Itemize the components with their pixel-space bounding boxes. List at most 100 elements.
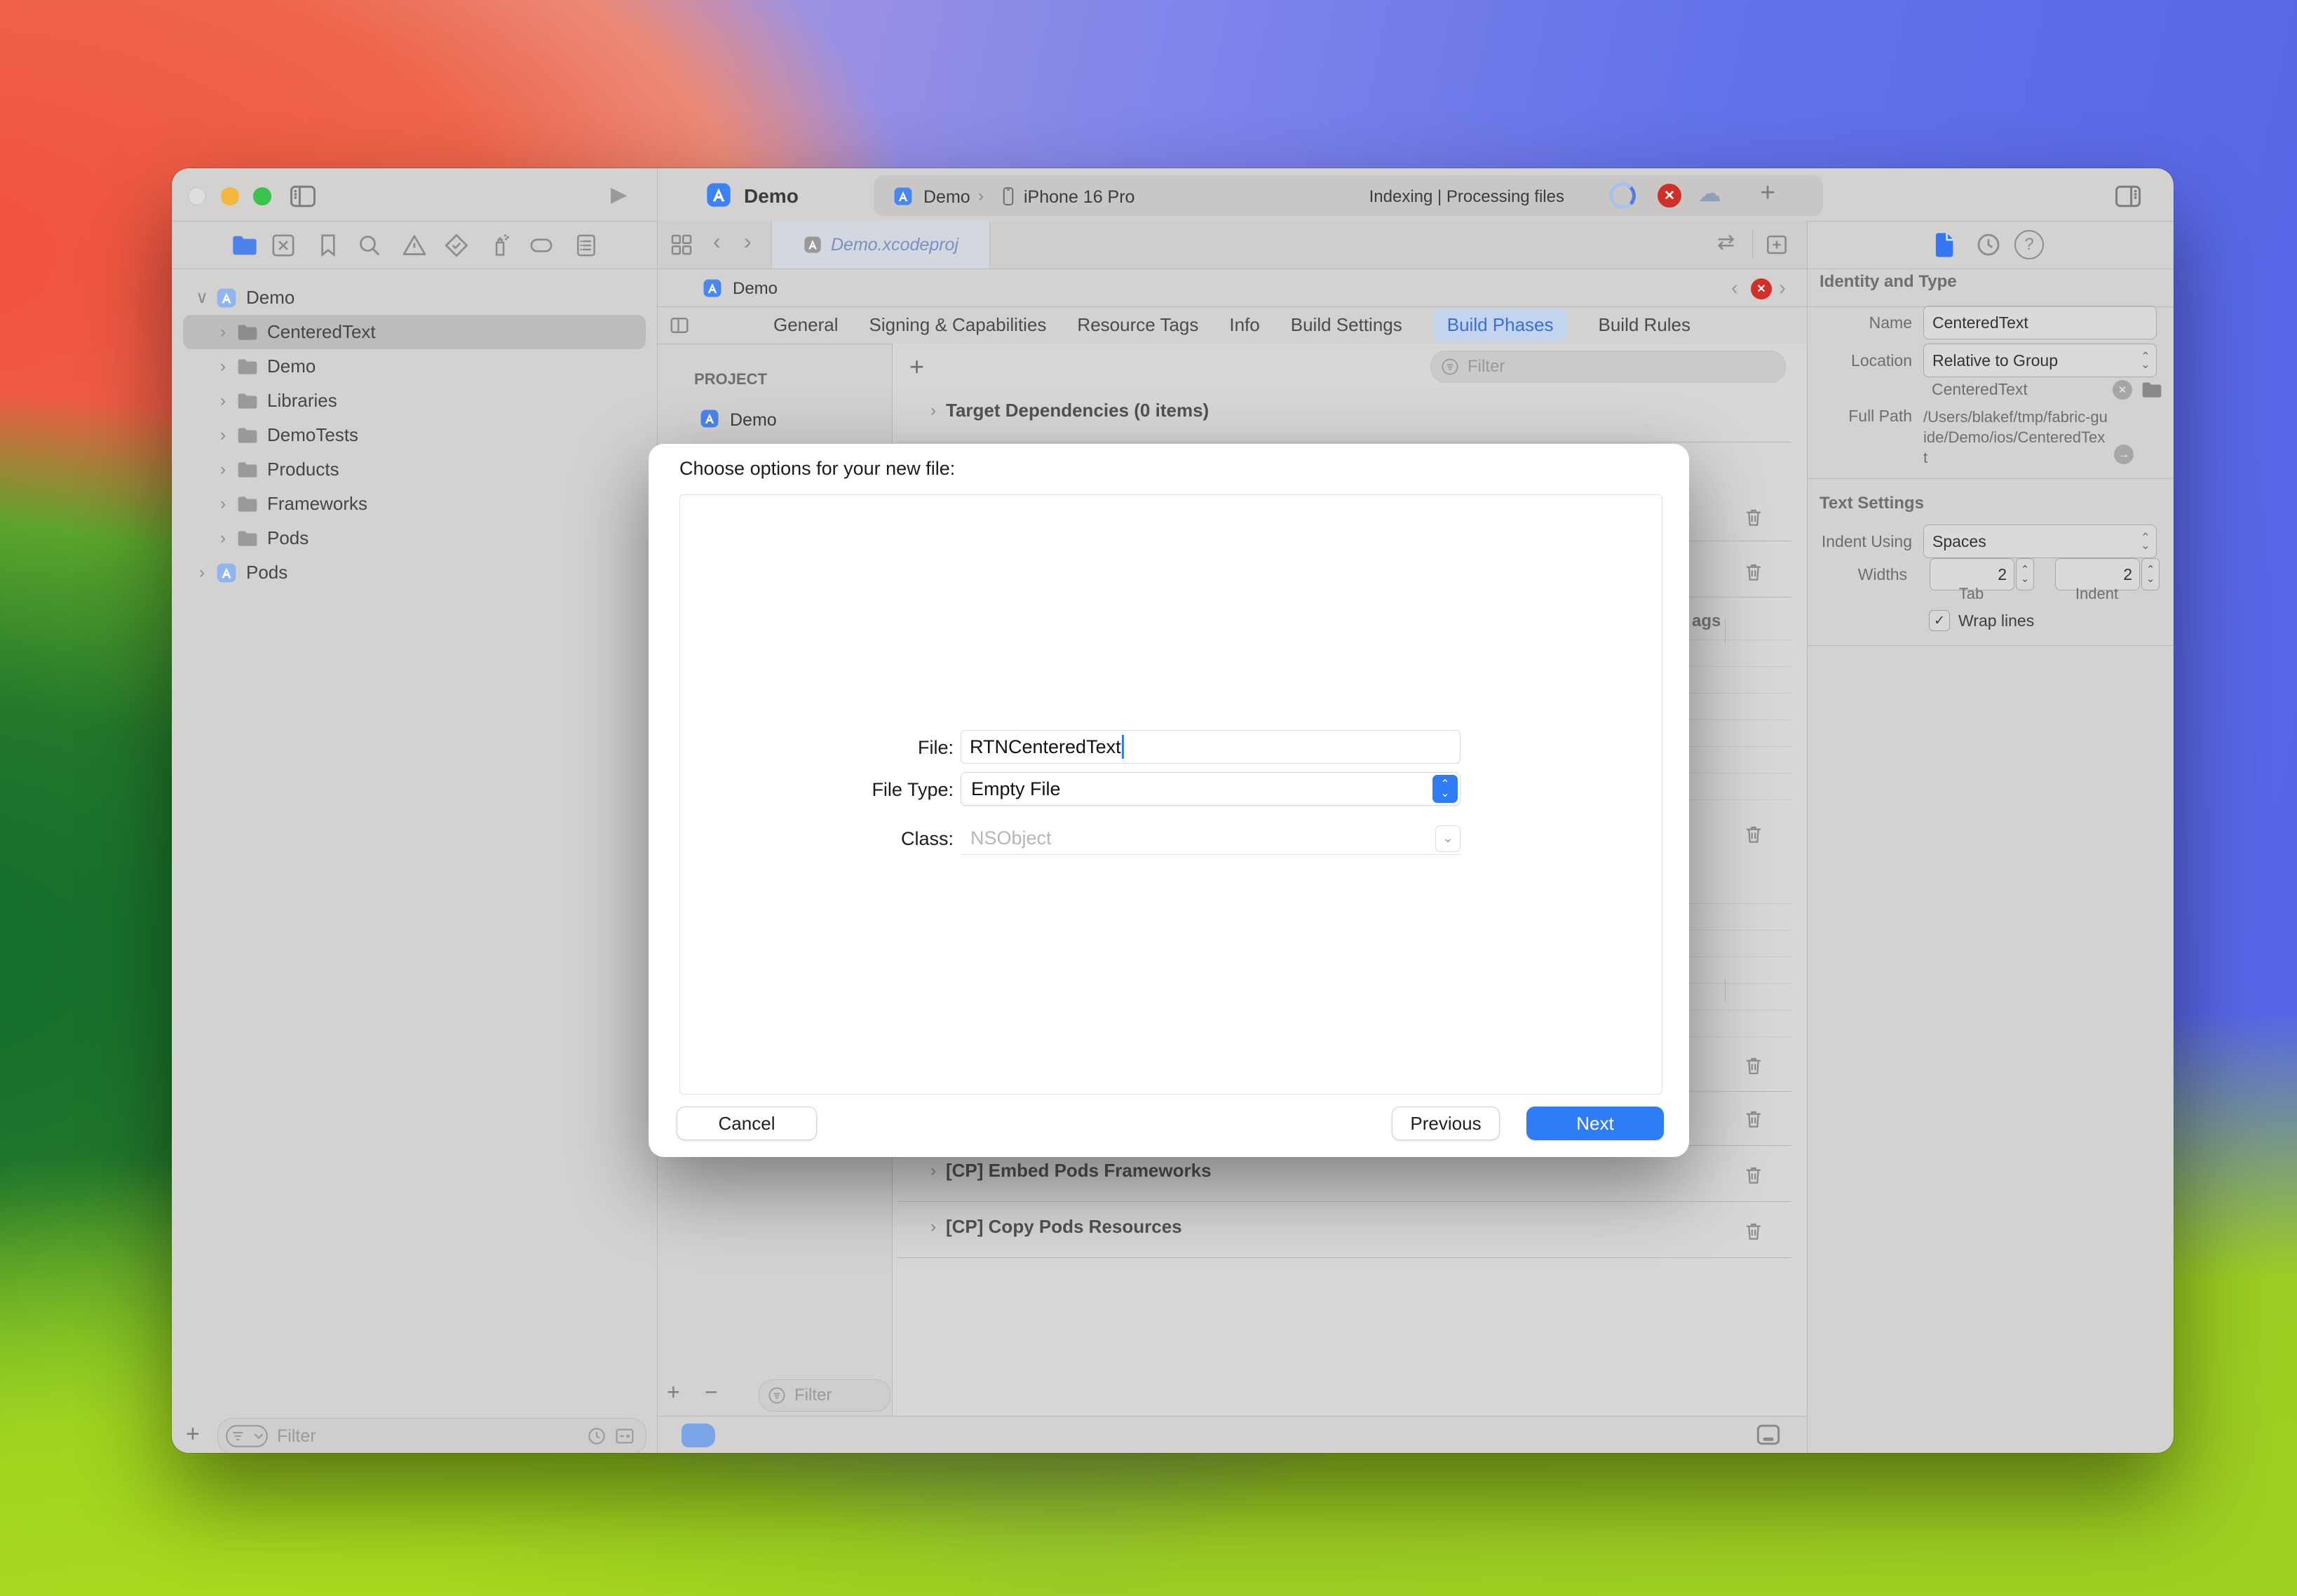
disclosure-icon[interactable]: ∨ (193, 288, 211, 308)
toggle-navigator-icon[interactable] (287, 181, 318, 212)
run-destination[interactable]: iPhone 16 Pro (1024, 187, 1134, 208)
disclosure-icon[interactable]: › (930, 1161, 936, 1181)
jumpbar-item[interactable]: Demo (733, 279, 778, 299)
run-button[interactable]: ▶ (611, 182, 627, 207)
editor-options-icon[interactable] (1753, 1419, 1784, 1450)
issue-back-button[interactable]: ‹ (1731, 276, 1738, 300)
add-target-button[interactable]: + (667, 1379, 680, 1405)
find-navigator-icon[interactable] (355, 231, 384, 259)
tab-general[interactable]: General (773, 314, 839, 336)
editor-tab[interactable]: Demo.xcodeproj (771, 221, 990, 269)
report-navigator-icon[interactable] (572, 231, 600, 259)
related-items-icon[interactable] (668, 231, 695, 258)
close-button[interactable] (188, 187, 206, 205)
add-build-phase-button[interactable]: + (909, 352, 924, 381)
bookmark-navigator-icon[interactable] (314, 231, 342, 259)
wrap-lines-checkbox[interactable]: ✓ (1929, 610, 1950, 631)
disclosure-icon[interactable]: › (214, 391, 232, 411)
phases-filter-field[interactable]: Filter (1430, 351, 1786, 383)
sidebar-item-centeredtext[interactable]: › CenteredText (183, 315, 646, 349)
scm-filter-icon[interactable] (614, 1425, 636, 1447)
sidebar-item-pods-group[interactable]: › Pods (172, 521, 657, 555)
tab-build-settings[interactable]: Build Settings (1291, 314, 1402, 336)
delete-phase-icon[interactable] (1742, 506, 1765, 529)
sidebar-item-pods-project[interactable]: › Pods (172, 555, 657, 590)
open-path-arrow-icon[interactable]: → (2114, 445, 2134, 464)
disclosure-icon[interactable]: › (214, 357, 232, 377)
sidebar-item-demo-group[interactable]: › Demo (172, 349, 657, 384)
target-dependencies-row[interactable]: › Target Dependencies (0 items) (930, 400, 1209, 421)
project-pane-filter-field[interactable]: Filter (759, 1379, 890, 1412)
source-control-navigator-icon[interactable] (269, 231, 297, 259)
combo-chevron-icon[interactable]: ⌄ (1435, 825, 1461, 852)
help-inspector-icon[interactable]: ? (2014, 230, 2044, 259)
issue-forward-button[interactable]: › (1779, 276, 1786, 300)
file-name-input[interactable]: RTNCenteredText (961, 730, 1461, 764)
tab-width-stepper[interactable]: ⌃ ⌄ (2016, 558, 2034, 590)
error-badge[interactable]: ✕ (1658, 184, 1681, 208)
previous-button[interactable]: Previous (1392, 1107, 1500, 1140)
disclosure-icon[interactable]: › (214, 494, 232, 514)
scheme-name[interactable]: Demo (923, 187, 970, 208)
sidebar-filter-field[interactable]: Filter (217, 1418, 646, 1453)
sidebar-item-libraries[interactable]: › Libraries (172, 384, 657, 418)
sidebar-item-demo-project[interactable]: ∨ Demo (172, 280, 657, 315)
issue-navigator-icon[interactable] (400, 231, 428, 259)
disclosure-icon[interactable]: › (214, 426, 232, 445)
filter-options-icon[interactable] (225, 1424, 269, 1448)
project-row-label[interactable]: Demo (730, 410, 777, 431)
back-button[interactable]: ‹ (713, 229, 721, 255)
delete-phase-icon[interactable] (1742, 823, 1765, 846)
minimize-button[interactable] (221, 187, 239, 205)
copy-pods-resources-row[interactable]: › [CP] Copy Pods Resources (930, 1216, 1182, 1238)
delete-phase-icon[interactable] (1742, 1108, 1765, 1130)
breakpoint-navigator-icon[interactable] (527, 231, 555, 259)
file-inspector-icon[interactable] (1930, 230, 1960, 259)
delete-phase-icon[interactable] (1742, 1220, 1765, 1243)
delete-phase-icon[interactable] (1742, 561, 1765, 583)
disclosure-icon[interactable]: › (930, 1217, 936, 1237)
zoom-button[interactable] (253, 187, 271, 205)
name-field[interactable]: CenteredText (1923, 306, 2157, 339)
disclosure-icon[interactable]: › (930, 401, 936, 421)
test-navigator-icon[interactable] (442, 231, 470, 259)
forward-button[interactable]: › (744, 229, 752, 255)
activity-status[interactable]: Indexing | Processing files (1333, 187, 1564, 207)
file-type-popup[interactable]: Empty File ⌃ ⌄ (961, 772, 1461, 806)
next-button[interactable]: Next (1526, 1107, 1664, 1140)
project-navigator-icon[interactable] (231, 231, 259, 259)
disclosure-icon[interactable]: › (214, 323, 232, 342)
tab-info[interactable]: Info (1229, 314, 1259, 336)
toggle-inspector-icon[interactable] (2113, 181, 2143, 212)
debug-navigator-icon[interactable] (487, 231, 515, 259)
disclosure-icon[interactable]: › (214, 460, 232, 480)
add-toolbar-button[interactable]: + (1760, 178, 1775, 208)
embed-pods-frameworks-row[interactable]: › [CP] Embed Pods Frameworks (930, 1160, 1212, 1182)
delete-phase-icon[interactable] (1742, 1055, 1765, 1077)
choose-folder-icon[interactable] (2141, 379, 2163, 401)
swap-editor-icon[interactable]: ⇄ (1717, 230, 1735, 255)
delete-phase-icon[interactable] (1742, 1164, 1765, 1186)
add-editor-icon[interactable] (1763, 231, 1790, 258)
indent-using-popup[interactable]: Spaces ⌃ ⌄ (1923, 525, 2157, 558)
jumpbar-error-badge[interactable]: ✕ (1751, 278, 1772, 299)
clear-location-icon[interactable]: ✕ (2113, 380, 2132, 400)
disclosure-icon[interactable]: › (214, 529, 232, 548)
remove-target-button[interactable]: − (705, 1379, 718, 1405)
location-popup[interactable]: Relative to Group ⌃ ⌄ (1923, 344, 2157, 377)
add-file-button[interactable]: + (186, 1421, 200, 1448)
class-combo[interactable]: NSObject ⌄ (961, 823, 1461, 855)
device-indicator-icon[interactable] (682, 1423, 715, 1447)
disclosure-icon[interactable]: › (193, 563, 211, 583)
tab-resource-tags[interactable]: Resource Tags (1077, 314, 1198, 336)
tab-build-rules[interactable]: Build Rules (1599, 314, 1691, 336)
sidebar-item-frameworks[interactable]: › Frameworks (172, 487, 657, 521)
indent-width-stepper[interactable]: ⌃ ⌄ (2141, 558, 2160, 590)
sidebar-item-products[interactable]: › Products (172, 452, 657, 487)
cancel-button[interactable]: Cancel (677, 1107, 817, 1140)
history-inspector-icon[interactable] (1974, 230, 2003, 259)
tab-build-phases[interactable]: Build Phases (1433, 309, 1568, 341)
tab-signing-capabilities[interactable]: Signing & Capabilities (869, 314, 1046, 336)
sidebar-item-demotests[interactable]: › DemoTests (172, 418, 657, 452)
recents-filter-icon[interactable] (585, 1425, 608, 1447)
